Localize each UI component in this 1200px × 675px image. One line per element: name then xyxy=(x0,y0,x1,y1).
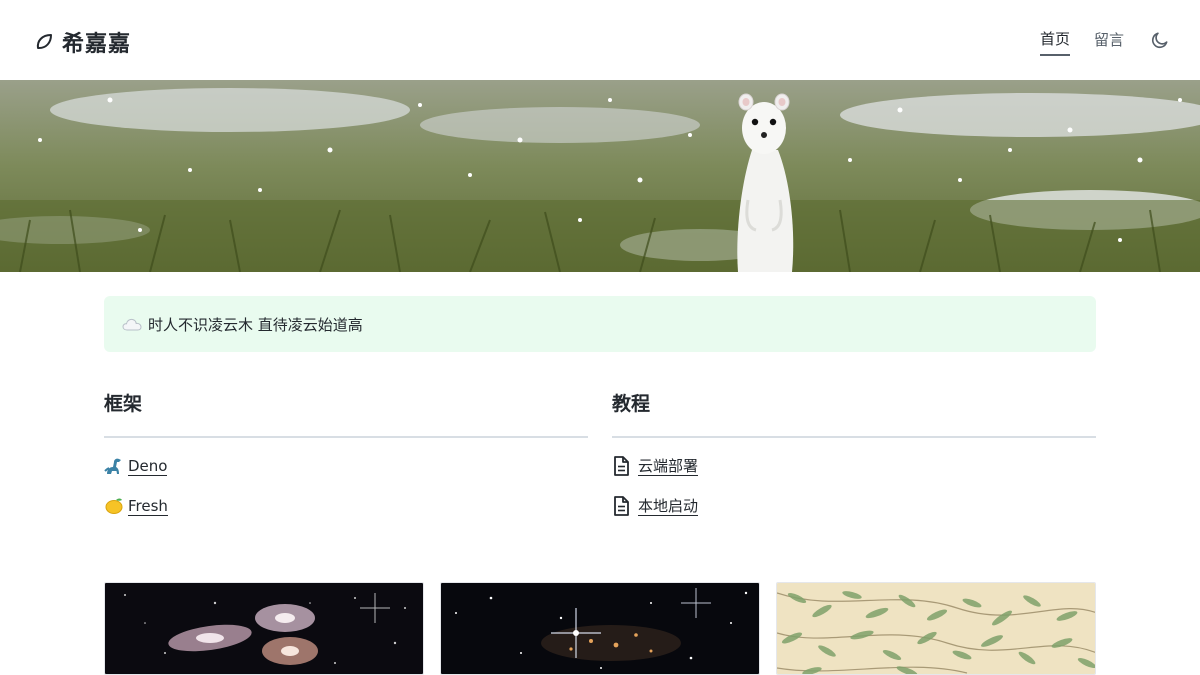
image-card[interactable] xyxy=(776,582,1096,675)
dinosaur-icon xyxy=(104,458,121,474)
deep-field-image xyxy=(441,583,759,674)
deno-link[interactable]: Deno xyxy=(128,457,168,476)
section-divider xyxy=(612,436,1096,438)
site-header: 希嘉嘉 首页 留言 xyxy=(0,0,1200,80)
cloud-icon xyxy=(122,318,142,331)
local-start-link[interactable]: 本地启动 xyxy=(638,497,699,516)
tutorials-section: 教程 云端部署 本地启动 xyxy=(612,388,1096,518)
hero-banner-image xyxy=(0,80,1200,272)
fresh-link[interactable]: Fresh xyxy=(128,497,168,516)
leaf-outline-icon xyxy=(36,34,52,49)
main-content: 时人不识凌云木 直待凌云始道高 框架 Deno Fresh 教程 云端部署 本地… xyxy=(104,296,1096,628)
image-card[interactable] xyxy=(440,582,760,675)
main-nav: 首页 留言 xyxy=(1039,28,1170,56)
stoat-figure xyxy=(737,93,794,272)
document-icon xyxy=(614,496,629,516)
willow-pattern-image xyxy=(777,583,1095,674)
brand-link[interactable]: 希嘉嘉 xyxy=(34,26,131,58)
list-item: Deno xyxy=(104,454,588,478)
tutorials-heading: 教程 xyxy=(612,393,651,415)
list-item: 云端部署 xyxy=(612,454,1096,478)
galaxies-image xyxy=(105,583,423,674)
quote-callout: 时人不识凌云木 直待凌云始道高 xyxy=(104,296,1096,352)
stoat-in-snow-illustration xyxy=(0,80,1200,272)
document-icon xyxy=(614,456,629,476)
list-item: 本地启动 xyxy=(612,494,1096,518)
image-card[interactable] xyxy=(104,582,424,675)
cloud-deploy-link[interactable]: 云端部署 xyxy=(638,457,699,476)
lemon-icon xyxy=(105,498,123,514)
list-item: Fresh xyxy=(104,494,588,518)
frameworks-heading: 框架 xyxy=(104,393,143,415)
frameworks-section: 框架 Deno Fresh xyxy=(104,388,588,518)
image-card-grid xyxy=(104,582,1096,675)
quote-text: 时人不识凌云木 直待凌云始道高 xyxy=(148,315,363,334)
section-divider xyxy=(104,436,588,438)
nav-guestbook-link[interactable]: 留言 xyxy=(1094,29,1124,55)
site-title: 希嘉嘉 xyxy=(62,32,132,57)
moon-icon[interactable] xyxy=(1150,30,1170,50)
nav-home-link[interactable]: 首页 xyxy=(1039,28,1070,56)
